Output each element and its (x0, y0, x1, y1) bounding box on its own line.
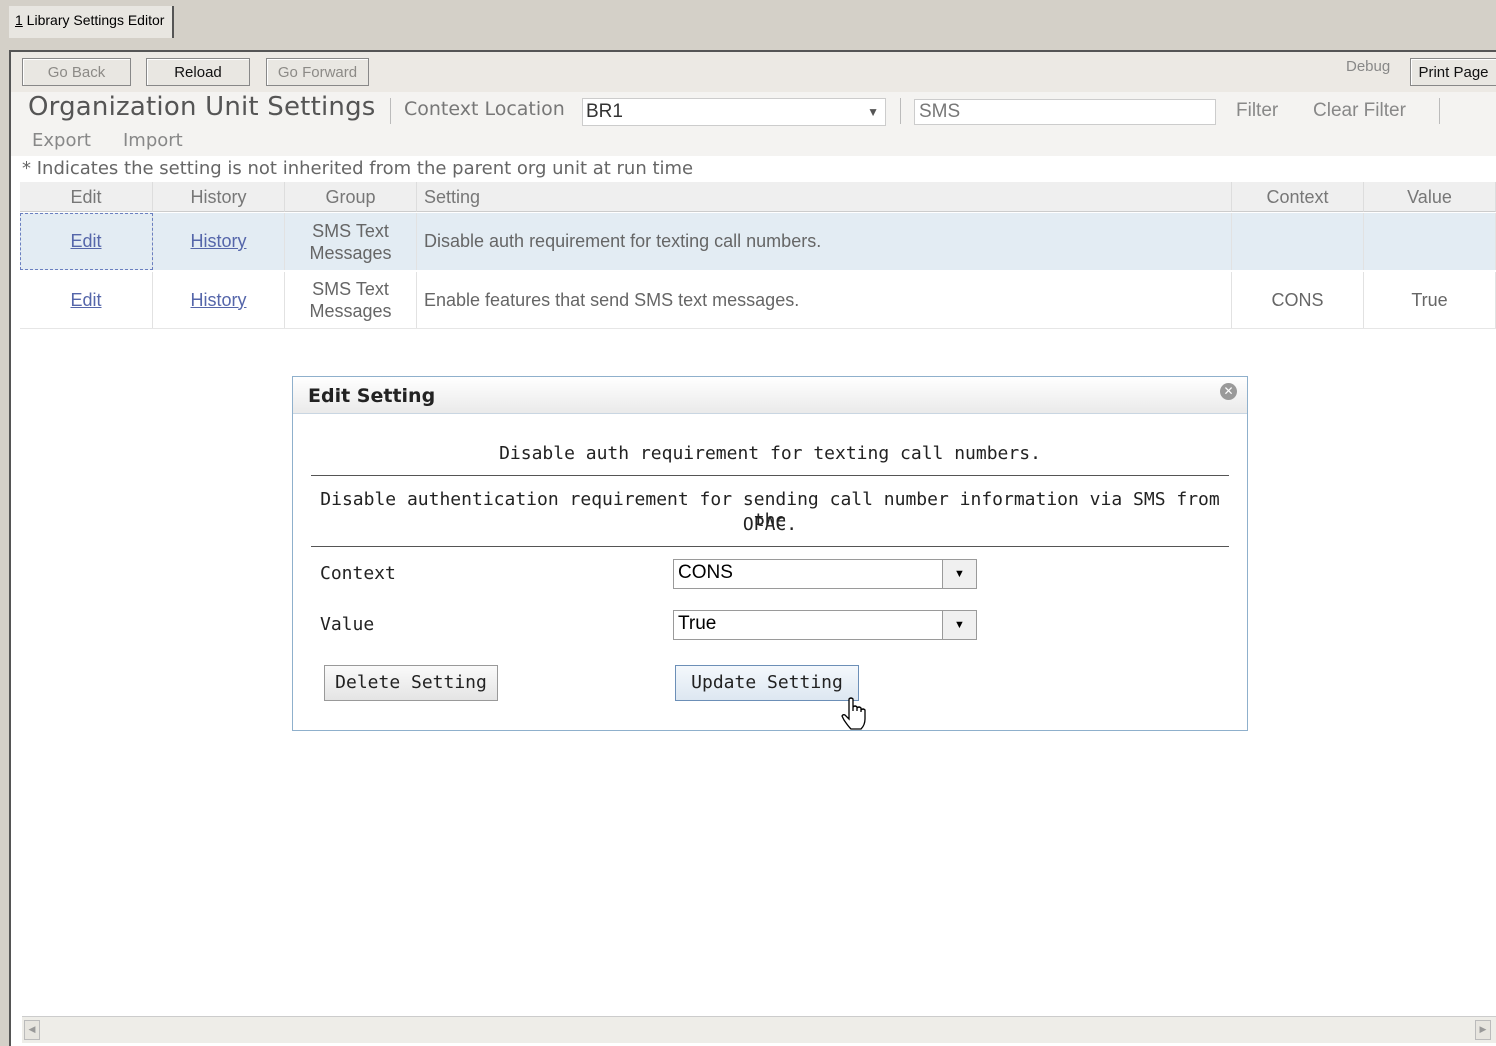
filter-input[interactable]: SMS (914, 99, 1216, 125)
context-location-value: BR1 (586, 101, 623, 122)
value-select[interactable]: True ▼ (673, 610, 977, 640)
history-link[interactable]: History (190, 231, 246, 252)
reload-button[interactable]: Reload (146, 58, 250, 86)
divider (900, 98, 901, 124)
context-cell (1232, 213, 1364, 270)
history-link[interactable]: History (190, 290, 246, 311)
group-line: Messages (309, 242, 392, 263)
filter-button[interactable]: Filter (1236, 100, 1278, 122)
dialog-title: Edit Setting (308, 385, 436, 407)
table-row[interactable]: Edit History SMS Text Messages Enable fe… (20, 272, 1496, 329)
horizontal-scrollbar[interactable] (22, 1016, 1496, 1043)
group-line: Messages (309, 301, 392, 321)
column-header-context: Context (1232, 182, 1364, 212)
value-cell: True (1364, 272, 1496, 328)
group-cell: SMS Text Messages (285, 272, 417, 328)
group-cell: SMS Text Messages (285, 213, 417, 270)
column-header-edit: Edit (20, 182, 153, 212)
tab-strip (0, 0, 1496, 44)
dropdown-arrow-icon[interactable]: ▼ (942, 611, 976, 639)
edit-link[interactable]: Edit (70, 231, 101, 252)
update-setting-button[interactable]: Update Setting (675, 665, 859, 701)
history-cell: History (153, 213, 285, 270)
group-line: SMS Text (312, 220, 389, 241)
divider (311, 546, 1229, 547)
divider (1439, 98, 1440, 124)
go-forward-button[interactable]: Go Forward (266, 58, 369, 86)
clear-filter-button[interactable]: Clear Filter (1313, 100, 1406, 122)
context-location-select[interactable]: BR1 ▼ (582, 98, 886, 126)
column-header-group: Group (285, 182, 417, 212)
scroll-left-icon[interactable]: ◀ (24, 1020, 40, 1040)
column-header-value: Value (1364, 182, 1496, 212)
hand-pointer-icon (841, 697, 866, 730)
close-icon[interactable]: ✕ (1220, 383, 1237, 400)
export-link[interactable]: Export (32, 130, 91, 151)
divider (390, 98, 391, 124)
value-cell (1364, 213, 1496, 270)
history-cell: History (153, 272, 285, 328)
dropdown-arrow-icon[interactable]: ▼ (942, 560, 976, 588)
import-link[interactable]: Import (123, 130, 183, 151)
scroll-right-icon[interactable]: ▶ (1475, 1020, 1491, 1040)
edit-cell: Edit (20, 213, 153, 270)
print-page-button[interactable]: Print Page (1410, 58, 1496, 86)
delete-setting-button[interactable]: Delete Setting (324, 665, 498, 701)
context-select[interactable]: CONS ▼ (673, 559, 977, 589)
divider (311, 475, 1229, 476)
setting-cell: Disable auth requirement for texting cal… (417, 213, 1232, 270)
setting-cell: Enable features that send SMS text messa… (417, 272, 1232, 328)
dialog-setting-name: Disable auth requirement for texting cal… (499, 443, 1041, 464)
column-header-history: History (153, 182, 285, 212)
context-select-value: CONS (678, 562, 733, 583)
inheritance-note: * Indicates the setting is not inherited… (22, 158, 694, 179)
dialog-titlebar (293, 377, 1247, 414)
edit-cell: Edit (20, 272, 153, 328)
column-header-setting: Setting (417, 182, 1232, 212)
group-line: SMS Text (312, 279, 389, 299)
debug-link[interactable]: Debug (1346, 58, 1390, 75)
edit-link[interactable]: Edit (70, 290, 101, 311)
dialog-description-line: OPAC. (742, 514, 798, 535)
table-row[interactable]: Edit History SMS Text Messages Disable a… (20, 213, 1496, 270)
context-cell: CONS (1232, 272, 1364, 328)
context-field-label: Context (320, 563, 396, 584)
page-title: Organization Unit Settings (28, 92, 376, 122)
tab-library-settings-editor[interactable]: 1 Library Settings Editor (9, 6, 175, 38)
value-field-label: Value (320, 614, 375, 635)
go-back-button[interactable]: Go Back (22, 58, 131, 86)
value-select-value: True (678, 613, 717, 634)
dropdown-arrow-icon: ▼ (867, 105, 879, 119)
context-location-label: Context Location (404, 98, 565, 120)
